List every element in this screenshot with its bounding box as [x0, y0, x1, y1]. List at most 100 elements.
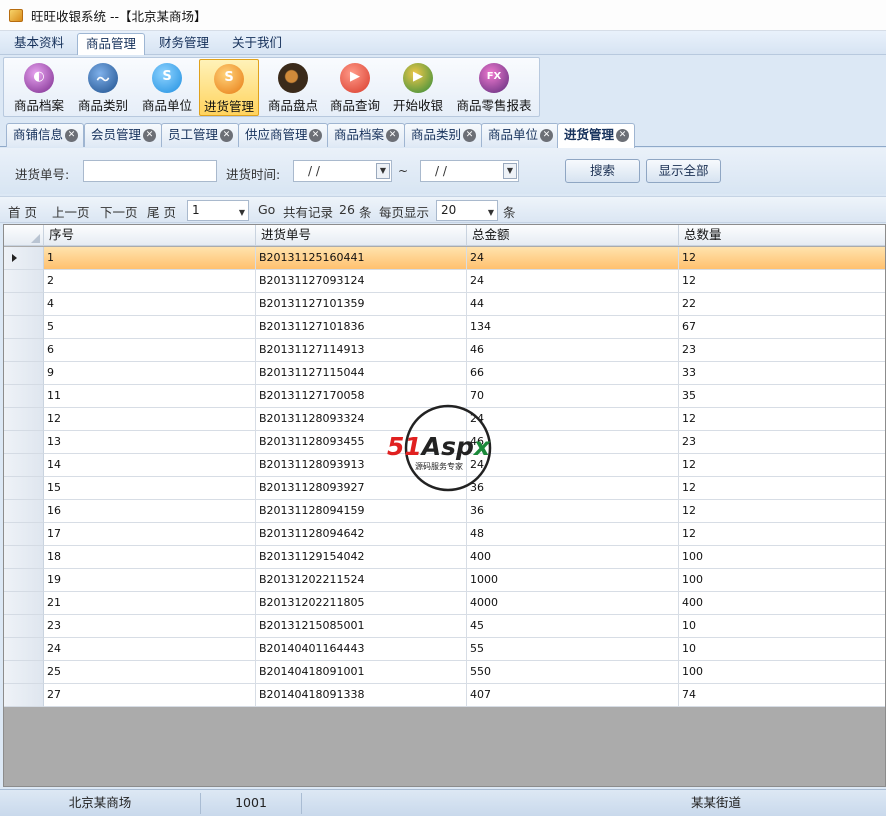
row-header[interactable] [4, 500, 44, 523]
tab-shop-info[interactable]: 商铺信息 ✕ [6, 123, 84, 147]
cell-order-no[interactable]: B20131128093913 [256, 454, 467, 477]
cell-order-no[interactable]: B20131127115044 [256, 362, 467, 385]
cell-total-amount[interactable]: 24 [467, 408, 679, 431]
ribbon-retail-report-button[interactable]: FX 商品零售报表 [453, 59, 535, 116]
grid-corner[interactable] [4, 225, 44, 246]
close-icon[interactable]: ✕ [616, 129, 629, 142]
go-button[interactable]: Go [258, 202, 275, 217]
row-header[interactable] [4, 339, 44, 362]
chevron-down-icon[interactable]: ▼ [376, 163, 390, 179]
cell-total-quantity[interactable]: 12 [679, 408, 885, 431]
close-icon[interactable]: ✕ [309, 129, 322, 142]
close-icon[interactable]: ✕ [540, 129, 553, 142]
page-number-select[interactable]: 1 ▼ [187, 200, 249, 221]
cell-order-no[interactable]: B20131127114913 [256, 339, 467, 362]
close-icon[interactable]: ✕ [386, 129, 399, 142]
date-from-picker[interactable]: / / ▼ [293, 160, 392, 182]
close-icon[interactable]: ✕ [463, 129, 476, 142]
row-header[interactable] [4, 684, 44, 707]
row-header[interactable] [4, 362, 44, 385]
row-header[interactable] [4, 408, 44, 431]
cell-total-amount[interactable]: 46 [467, 431, 679, 454]
cell-total-amount[interactable]: 1000 [467, 569, 679, 592]
cell-serial[interactable]: 18 [44, 546, 256, 569]
cell-total-amount[interactable]: 55 [467, 638, 679, 661]
cell-total-amount[interactable]: 550 [467, 661, 679, 684]
cell-total-quantity[interactable]: 12 [679, 500, 885, 523]
cell-serial[interactable]: 6 [44, 339, 256, 362]
row-header[interactable] [4, 477, 44, 500]
table-row[interactable]: 15 B20131128093927 36 12 [4, 477, 885, 500]
row-header[interactable] [4, 546, 44, 569]
row-header[interactable] [4, 316, 44, 339]
search-button[interactable]: 搜索 [565, 159, 640, 183]
table-row[interactable]: 25 B20140418091001 550 100 [4, 661, 885, 684]
close-icon[interactable]: ✕ [220, 129, 233, 142]
row-header[interactable] [4, 385, 44, 408]
cell-total-amount[interactable]: 45 [467, 615, 679, 638]
cell-total-quantity[interactable]: 100 [679, 661, 885, 684]
cell-total-amount[interactable]: 407 [467, 684, 679, 707]
next-page-link[interactable]: 下一页 [100, 202, 138, 221]
row-header[interactable] [4, 523, 44, 546]
cell-order-no[interactable]: B20131128094642 [256, 523, 467, 546]
cell-total-quantity[interactable]: 67 [679, 316, 885, 339]
chevron-down-icon[interactable]: ▼ [503, 163, 517, 179]
tab-purchase-management[interactable]: 进货管理 ✕ [557, 123, 635, 148]
cell-order-no[interactable]: B20131129154042 [256, 546, 467, 569]
ribbon-product-archive-button[interactable]: ◐ 商品档案 [10, 59, 68, 116]
cell-total-quantity[interactable]: 12 [679, 454, 885, 477]
row-header[interactable] [4, 592, 44, 615]
cell-order-no[interactable]: B20131202211524 [256, 569, 467, 592]
row-header[interactable] [4, 615, 44, 638]
cell-total-quantity[interactable]: 35 [679, 385, 885, 408]
cell-total-quantity[interactable]: 33 [679, 362, 885, 385]
menu-product-management[interactable]: 商品管理 [77, 33, 146, 55]
cell-serial[interactable]: 13 [44, 431, 256, 454]
cell-serial[interactable]: 19 [44, 569, 256, 592]
table-row[interactable]: 27 B20140418091338 407 74 [4, 684, 885, 707]
cell-total-amount[interactable]: 4000 [467, 592, 679, 615]
ribbon-inventory-check-button[interactable]: 商品盘点 [264, 59, 322, 116]
cell-total-quantity[interactable]: 12 [679, 270, 885, 293]
table-row[interactable]: 16 B20131128094159 36 12 [4, 500, 885, 523]
cell-total-quantity[interactable]: 100 [679, 546, 885, 569]
cell-order-no[interactable]: B20131128094159 [256, 500, 467, 523]
first-page-link[interactable]: 首 页 [8, 202, 37, 221]
cell-serial[interactable]: 21 [44, 592, 256, 615]
table-row[interactable]: 18 B20131129154042 400 100 [4, 546, 885, 569]
cell-serial[interactable]: 14 [44, 454, 256, 477]
ribbon-product-query-button[interactable]: ▶ 商品查询 [326, 59, 384, 116]
cell-total-amount[interactable]: 36 [467, 477, 679, 500]
ribbon-product-category-button[interactable]: 〜 商品类别 [74, 59, 132, 116]
close-icon[interactable]: ✕ [65, 129, 78, 142]
table-row[interactable]: 17 B20131128094642 48 12 [4, 523, 885, 546]
cell-order-no[interactable]: B20140418091001 [256, 661, 467, 684]
cell-total-quantity[interactable]: 74 [679, 684, 885, 707]
table-row[interactable]: 12 B20131128093324 24 12 [4, 408, 885, 431]
cell-order-no[interactable]: B20131128093927 [256, 477, 467, 500]
ribbon-product-unit-button[interactable]: S 商品单位 [138, 59, 196, 116]
prev-page-link[interactable]: 上一页 [52, 202, 90, 221]
table-row[interactable]: 2 B20131127093124 24 12 [4, 270, 885, 293]
tab-product-unit[interactable]: 商品单位 ✕ [481, 123, 559, 147]
cell-order-no[interactable]: B20131202211805 [256, 592, 467, 615]
ribbon-purchase-management-button[interactable]: S 进货管理 [199, 59, 259, 116]
row-header[interactable] [4, 247, 44, 270]
cell-order-no[interactable]: B20131128093324 [256, 408, 467, 431]
cell-serial[interactable]: 5 [44, 316, 256, 339]
row-header[interactable] [4, 293, 44, 316]
cell-total-amount[interactable]: 24 [467, 270, 679, 293]
cell-order-no[interactable]: B20131127093124 [256, 270, 467, 293]
cell-serial[interactable]: 2 [44, 270, 256, 293]
table-row[interactable]: 9 B20131127115044 66 33 [4, 362, 885, 385]
row-header[interactable] [4, 431, 44, 454]
column-header-total-quantity[interactable]: 总数量 [679, 225, 885, 246]
cell-total-quantity[interactable]: 10 [679, 638, 885, 661]
column-header-total-amount[interactable]: 总金额 [467, 225, 679, 246]
cell-total-amount[interactable]: 70 [467, 385, 679, 408]
tab-staff-management[interactable]: 员工管理 ✕ [161, 123, 239, 147]
cell-serial[interactable]: 15 [44, 477, 256, 500]
cell-total-amount[interactable]: 24 [467, 247, 679, 270]
cell-total-amount[interactable]: 36 [467, 500, 679, 523]
